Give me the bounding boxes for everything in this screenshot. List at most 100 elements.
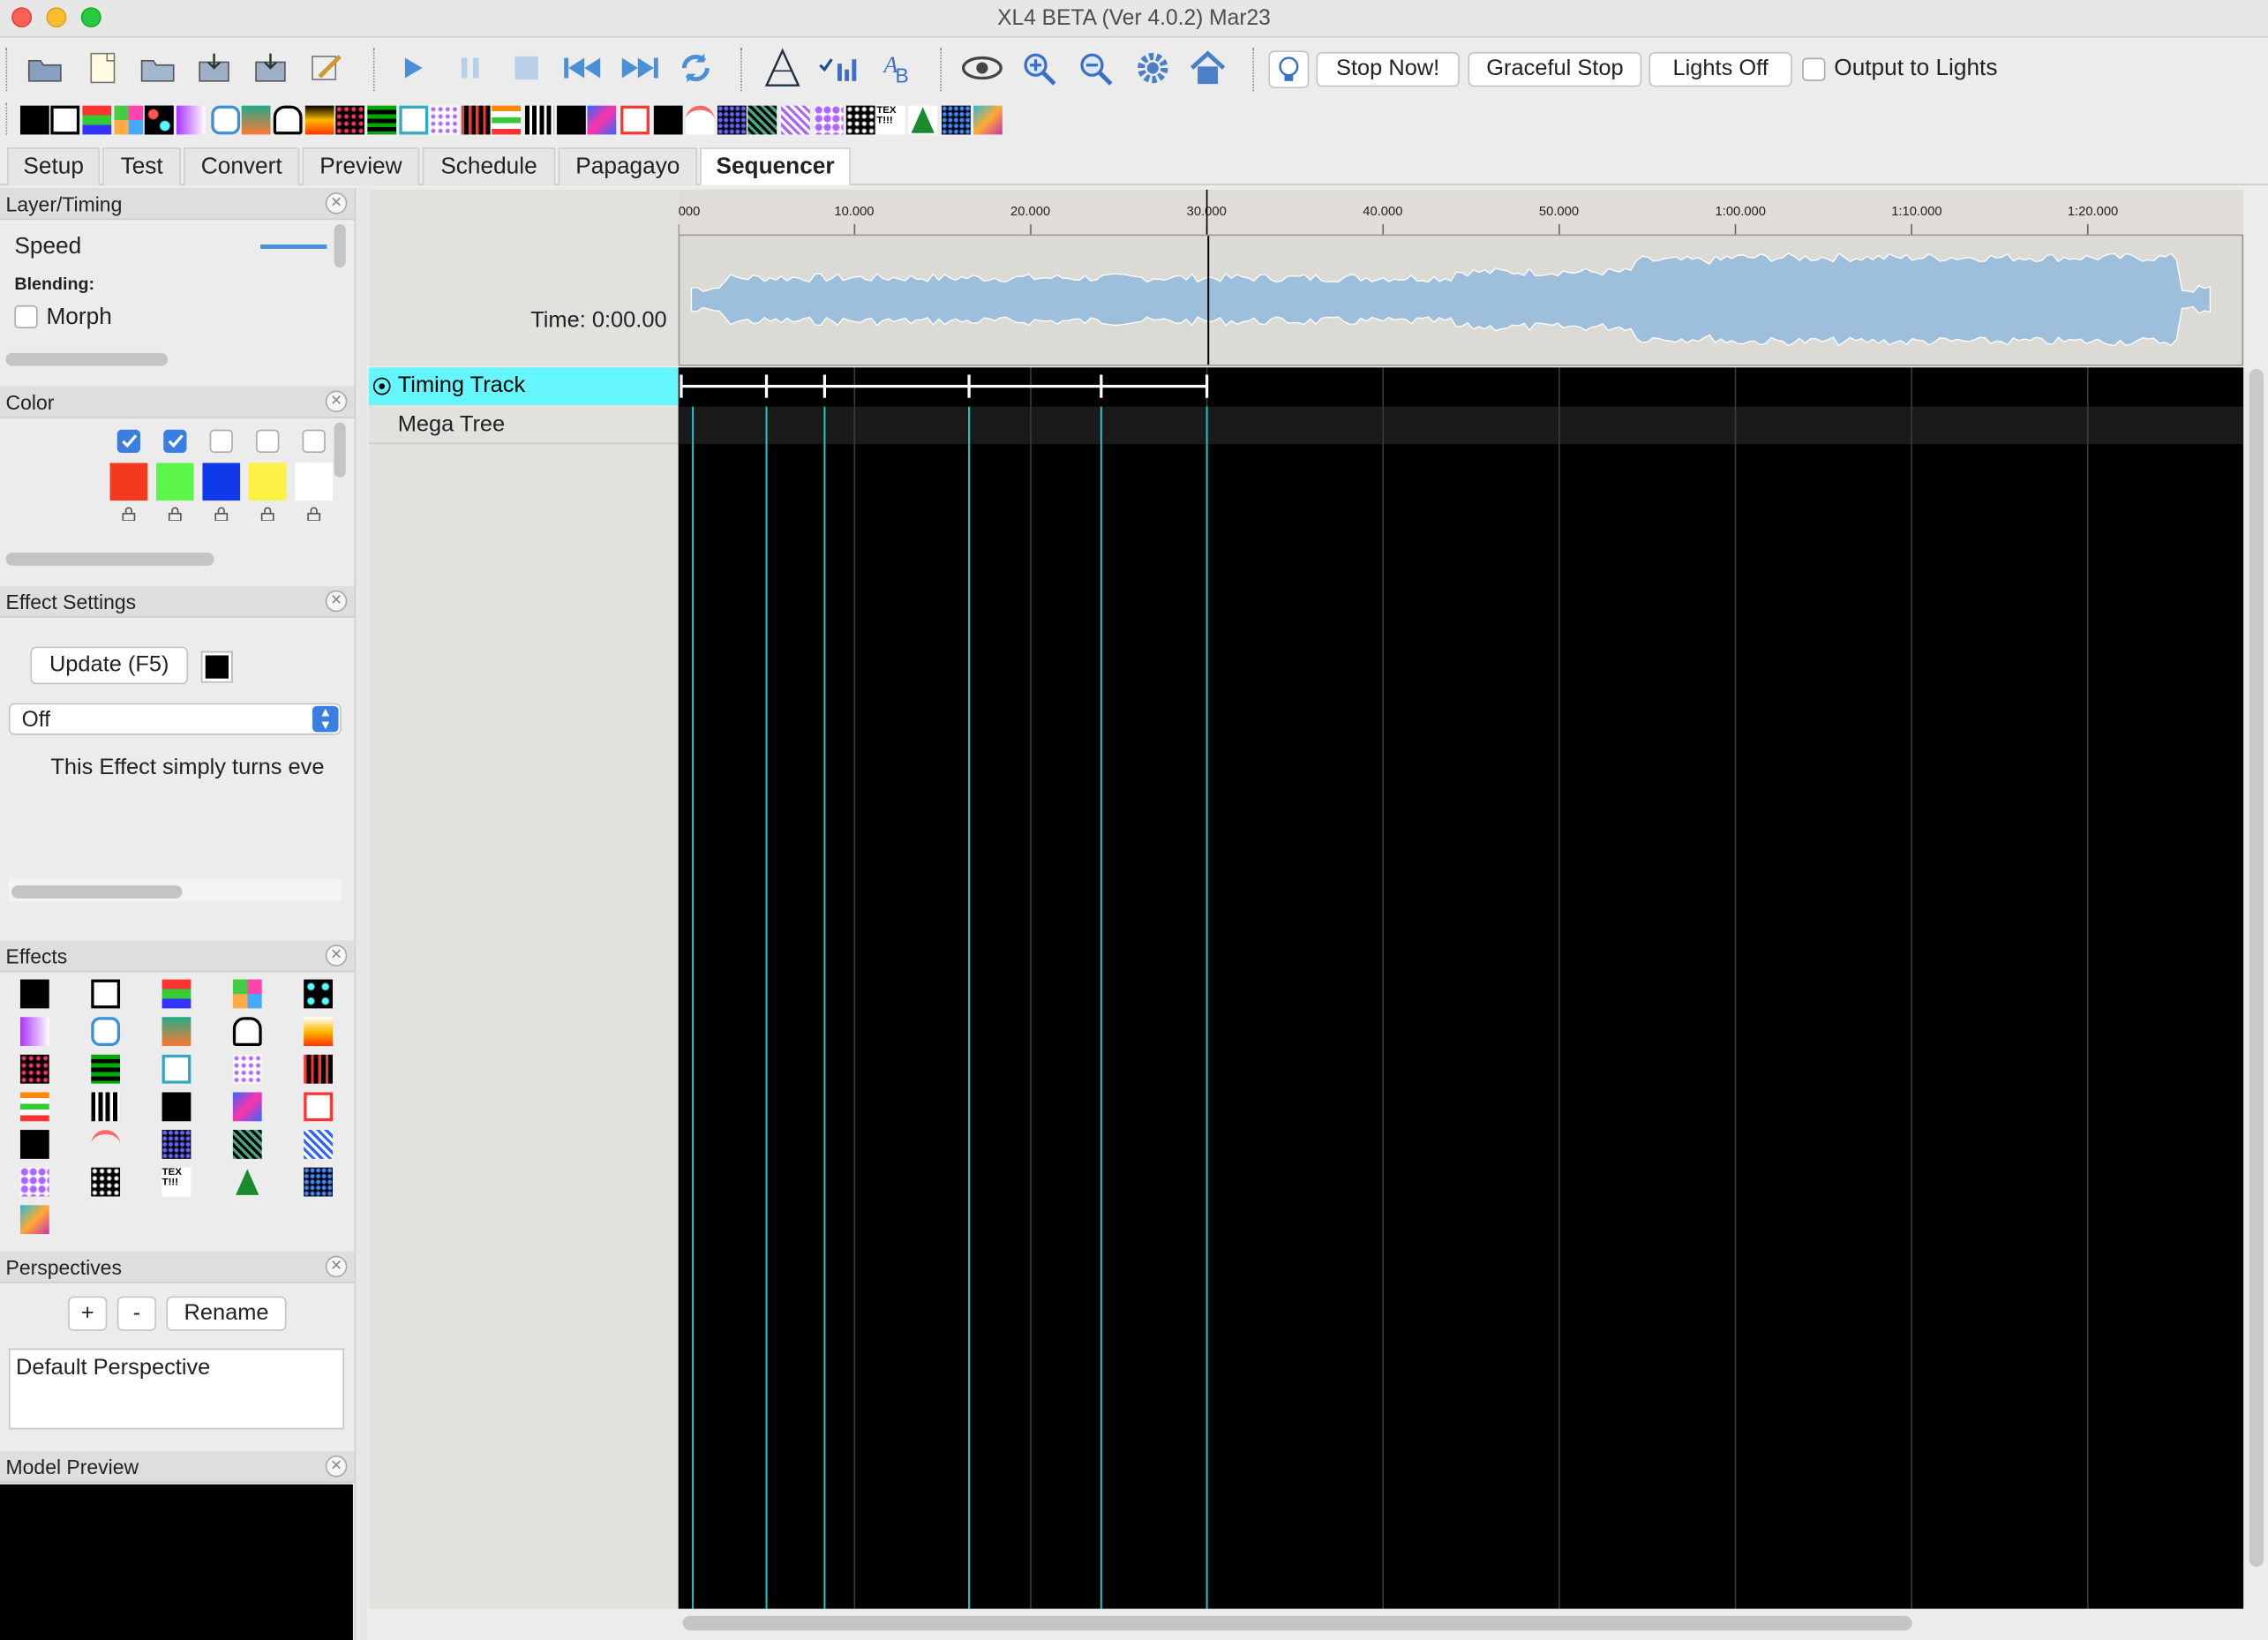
horizontal-scrollbar[interactable] bbox=[682, 1615, 1912, 1631]
fan-effect-icon[interactable] bbox=[241, 105, 271, 135]
bars-effect-icon[interactable] bbox=[161, 979, 192, 1009]
tab-setup[interactable]: Setup bbox=[7, 147, 101, 185]
palette-checkbox[interactable] bbox=[163, 429, 187, 454]
effect-type-select[interactable]: Off ▲ ▼ bbox=[8, 703, 342, 735]
tab-preview[interactable]: Preview bbox=[302, 147, 420, 185]
lock-icon[interactable] bbox=[260, 507, 274, 522]
fireworks-effect-icon[interactable] bbox=[335, 105, 365, 135]
toolbar-grip[interactable] bbox=[372, 48, 378, 92]
butterfly-effect-icon[interactable] bbox=[114, 105, 144, 135]
add-perspective-button[interactable]: + bbox=[68, 1296, 108, 1331]
off-effect-icon[interactable] bbox=[19, 979, 49, 1009]
fire-effect-icon[interactable] bbox=[304, 105, 334, 135]
zoom-out-icon[interactable] bbox=[1073, 48, 1116, 88]
fan-effect-icon[interactable] bbox=[161, 1017, 192, 1047]
vertical-scrollbar[interactable] bbox=[2249, 368, 2264, 1568]
update-f5-button[interactable]: Update (F5) bbox=[30, 646, 189, 685]
glediator-effect-icon[interactable] bbox=[161, 1054, 192, 1084]
spirograph-effect-icon[interactable] bbox=[19, 1167, 49, 1197]
vertical-scrollbar[interactable] bbox=[334, 224, 346, 268]
eye-icon[interactable] bbox=[960, 48, 1003, 88]
rewind-icon[interactable] bbox=[559, 48, 603, 88]
close-icon[interactable]: ✕ bbox=[325, 1255, 348, 1278]
open-folder-icon[interactable] bbox=[23, 48, 66, 88]
text-ab-icon[interactable]: AB bbox=[876, 48, 920, 88]
lightning-effect-icon[interactable] bbox=[304, 1054, 333, 1084]
palette-checkbox[interactable] bbox=[256, 429, 280, 454]
spirals-effect-icon[interactable] bbox=[304, 1130, 333, 1159]
output-to-lights-checkbox[interactable] bbox=[1802, 57, 1826, 81]
faces-effect-icon[interactable] bbox=[211, 105, 241, 135]
palette-checkbox[interactable] bbox=[116, 429, 140, 454]
fast-forward-icon[interactable] bbox=[620, 48, 663, 88]
toolbar-grip[interactable] bbox=[940, 48, 944, 92]
remove-perspective-button[interactable]: - bbox=[116, 1296, 157, 1331]
lock-icon[interactable] bbox=[306, 507, 321, 522]
ghost-effect-icon[interactable] bbox=[273, 105, 303, 135]
palette-checkbox[interactable] bbox=[302, 429, 326, 454]
pause-icon[interactable] bbox=[448, 48, 492, 88]
toolbar-grip[interactable] bbox=[5, 48, 11, 92]
toolbar-grip[interactable] bbox=[5, 102, 11, 135]
color-swatch[interactable] bbox=[248, 463, 287, 501]
close-icon[interactable]: ✕ bbox=[325, 590, 348, 613]
close-icon[interactable]: ✕ bbox=[325, 1455, 348, 1478]
effects-grid[interactable] bbox=[678, 367, 2244, 1609]
vertical-scrollbar[interactable] bbox=[334, 422, 346, 478]
pictures-effect-icon[interactable] bbox=[161, 1092, 192, 1122]
rings-effect-icon[interactable] bbox=[304, 1092, 333, 1122]
plasma-effect-icon[interactable] bbox=[587, 105, 617, 135]
close-icon[interactable]: ✕ bbox=[325, 390, 348, 413]
single-strand-effect-icon[interactable] bbox=[161, 1130, 192, 1159]
lines-effect-icon[interactable] bbox=[19, 1092, 49, 1122]
snowflakes-effect-icon[interactable] bbox=[232, 1130, 262, 1159]
circles-effect-icon[interactable] bbox=[304, 979, 333, 1009]
lights-off-button[interactable]: Lights Off bbox=[1648, 52, 1792, 87]
color-swatch[interactable] bbox=[202, 463, 241, 501]
on-effect-icon[interactable] bbox=[91, 979, 121, 1009]
ghost-effect-icon[interactable] bbox=[232, 1017, 262, 1047]
single-strand-effect-icon[interactable] bbox=[717, 105, 747, 135]
list-item[interactable]: Default Perspective bbox=[16, 1356, 210, 1382]
toolbar-grip[interactable] bbox=[740, 48, 745, 92]
panel-splitter[interactable] bbox=[354, 188, 368, 1640]
lock-icon[interactable] bbox=[168, 507, 182, 522]
palette-checkbox[interactable] bbox=[209, 429, 233, 454]
color-swatch[interactable] bbox=[109, 463, 148, 501]
horizontal-scrollbar[interactable] bbox=[5, 553, 214, 566]
speed-slider[interactable] bbox=[260, 244, 327, 249]
open-sequence-icon[interactable] bbox=[136, 48, 179, 88]
perspective-list[interactable]: Default Perspective bbox=[8, 1348, 345, 1430]
lines-effect-icon[interactable] bbox=[492, 105, 522, 135]
stop-icon[interactable] bbox=[505, 48, 548, 88]
lock-icon[interactable] bbox=[122, 507, 136, 522]
toolbar-grip[interactable] bbox=[1252, 48, 1257, 92]
color-swatch[interactable] bbox=[295, 463, 333, 501]
snowflakes-effect-icon[interactable] bbox=[747, 105, 777, 135]
strobe-effect-icon[interactable] bbox=[845, 105, 875, 135]
timeline-ruler[interactable]: 00010.00020.00030.00040.00050.0001:00.00… bbox=[677, 189, 2244, 235]
shockwave-effect-icon[interactable] bbox=[91, 1130, 121, 1159]
save-as-icon[interactable] bbox=[249, 48, 292, 88]
save-icon[interactable] bbox=[192, 48, 236, 88]
horizontal-scrollbar[interactable] bbox=[11, 885, 183, 899]
wave-effect-icon[interactable] bbox=[19, 1205, 49, 1235]
strobe-effect-icon[interactable] bbox=[91, 1167, 121, 1197]
tab-sequencer[interactable]: Sequencer bbox=[700, 147, 851, 185]
mega-tree-row-header[interactable]: Mega Tree bbox=[368, 406, 679, 445]
tab-convert[interactable]: Convert bbox=[184, 147, 300, 185]
fireworks-effect-icon[interactable] bbox=[19, 1054, 49, 1084]
garlands-effect-icon[interactable] bbox=[91, 1054, 121, 1084]
model-preview-canvas[interactable] bbox=[0, 1484, 353, 1640]
text-effect-icon[interactable]: TEX T!!! bbox=[161, 1167, 192, 1197]
close-icon[interactable]: ✕ bbox=[325, 944, 348, 967]
new-sequence-icon[interactable] bbox=[81, 48, 124, 88]
lock-icon[interactable] bbox=[214, 507, 229, 522]
spirals-effect-icon[interactable] bbox=[781, 105, 810, 135]
rings-effect-icon[interactable] bbox=[620, 105, 650, 135]
tab-papagayo[interactable]: Papagayo bbox=[558, 147, 698, 185]
tree-effect-icon[interactable] bbox=[233, 1168, 262, 1197]
replay-loop-icon[interactable] bbox=[674, 48, 717, 88]
zoom-in-icon[interactable] bbox=[1017, 48, 1060, 88]
glediator-effect-icon[interactable] bbox=[399, 105, 429, 135]
